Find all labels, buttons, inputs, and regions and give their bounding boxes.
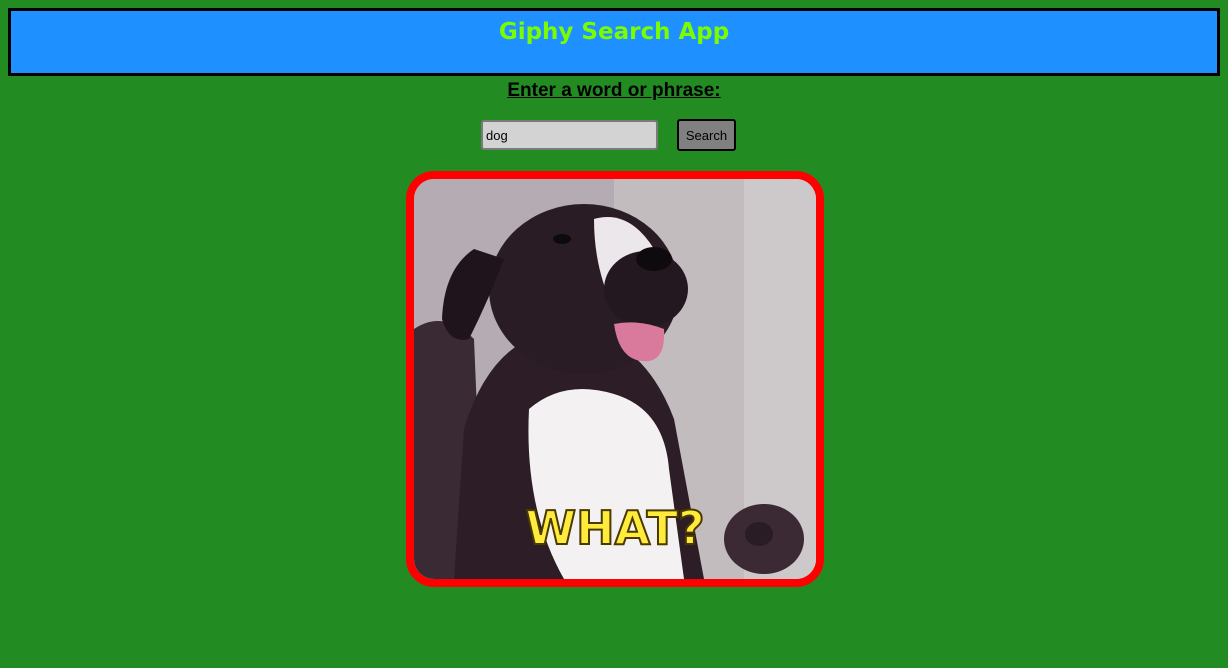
gif-caption: WHAT? xyxy=(525,501,704,555)
search-prompt: Enter a word or phrase: xyxy=(507,80,721,101)
search-form: Search xyxy=(481,119,736,151)
app-title: Giphy Search App xyxy=(498,19,730,45)
search-button[interactable]: Search xyxy=(677,119,736,151)
dog-gif-image: WHAT? xyxy=(414,179,816,579)
app-header: Giphy Search App xyxy=(8,8,1220,76)
search-input[interactable] xyxy=(481,120,658,150)
gif-result: WHAT? xyxy=(406,171,824,587)
